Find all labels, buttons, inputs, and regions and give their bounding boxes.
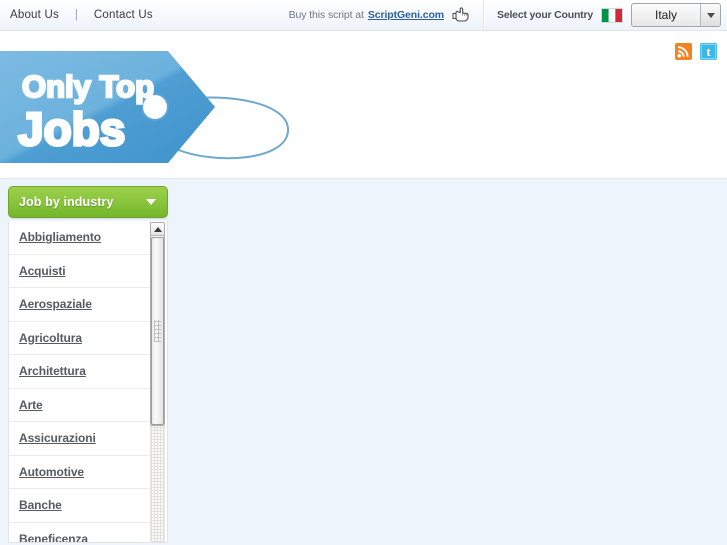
country-select-value: Italy <box>654 8 677 22</box>
country-selector-block: Select your Country Italy <box>485 0 727 30</box>
industry-list-scrollbar[interactable] <box>150 222 165 542</box>
pointing-hand-icon <box>451 6 471 24</box>
content-area: Job by industry Abbigliamento Acquisti A… <box>0 178 727 545</box>
scriptgeni-link[interactable]: ScriptGeni.com <box>368 9 444 21</box>
social-links: t <box>675 43 717 60</box>
sidebar-item-assicurazioni[interactable]: Assicurazioni <box>19 431 96 445</box>
job-by-industry-header[interactable]: Job by industry <box>8 186 168 218</box>
sidebar-item-arte[interactable]: Arte <box>19 398 43 412</box>
sidebar-item-architettura[interactable]: Architettura <box>19 364 86 378</box>
sidebar-item-automotive[interactable]: Automotive <box>19 465 84 479</box>
scrollbar-track-lower[interactable] <box>150 426 165 542</box>
industry-sidebar: Job by industry Abbigliamento Acquisti A… <box>8 186 168 543</box>
list-item[interactable]: Arte <box>9 389 152 422</box>
list-item[interactable]: Architettura <box>9 355 152 389</box>
list-item[interactable]: Beneficenza <box>9 523 152 542</box>
chevron-down-icon[interactable] <box>700 4 720 26</box>
list-item[interactable]: Abbigliamento <box>9 221 152 255</box>
buy-script-text: Buy this script at <box>288 9 364 21</box>
top-bar: About Us | Contact Us Buy this script at… <box>0 0 727 31</box>
list-item[interactable]: Acquisti <box>9 255 152 288</box>
twitter-icon[interactable]: t <box>700 43 717 60</box>
list-item[interactable]: Automotive <box>9 456 152 489</box>
list-item[interactable]: Assicurazioni <box>9 422 152 456</box>
list-item[interactable]: Banche <box>9 489 152 523</box>
sidebar-item-abbigliamento[interactable]: Abbigliamento <box>19 230 101 244</box>
sidebar-item-beneficenza[interactable]: Beneficenza <box>19 532 88 542</box>
list-item[interactable]: Aerospaziale <box>9 288 152 322</box>
chevron-down-icon <box>146 199 156 205</box>
top-bar-separator: | <box>74 9 78 21</box>
country-select[interactable]: Italy <box>631 3 721 27</box>
industry-list-container: Abbigliamento Acquisti Aerospaziale Agri… <box>8 221 168 543</box>
buy-script-block: Buy this script at ScriptGeni.com <box>289 0 483 30</box>
scroll-up-arrow-icon[interactable] <box>151 223 164 236</box>
scrollbar-grip-icon <box>154 320 161 342</box>
job-by-industry-label: Job by industry <box>19 195 114 209</box>
sidebar-item-banche[interactable]: Banche <box>19 498 62 512</box>
rss-icon[interactable] <box>675 43 692 60</box>
scrollbar-thumb[interactable] <box>151 237 164 425</box>
svg-text:Jobs: Jobs <box>18 103 125 155</box>
sidebar-item-acquisti[interactable]: Acquisti <box>19 264 66 278</box>
sidebar-item-aerospaziale[interactable]: Aerospaziale <box>19 297 92 311</box>
svg-text:t: t <box>706 44 711 59</box>
about-us-link[interactable]: About Us <box>8 9 61 21</box>
top-bar-right: Buy this script at ScriptGeni.com Select… <box>289 0 727 30</box>
contact-us-link[interactable]: Contact Us <box>92 9 155 21</box>
svg-text:Only Top: Only Top <box>22 69 154 104</box>
list-item[interactable]: Agricoltura <box>9 322 152 355</box>
only-top-jobs-logo[interactable]: Only Top Jobs <box>0 33 300 173</box>
sidebar-item-agricoltura[interactable]: Agricoltura <box>19 331 82 345</box>
top-bar-nav: About Us | Contact Us <box>8 0 155 30</box>
main-content-panel <box>177 179 727 545</box>
country-label: Select your Country <box>497 9 593 21</box>
italy-flag-icon <box>601 7 623 23</box>
site-header: Only Top Jobs t <box>0 31 727 178</box>
industry-list: Abbigliamento Acquisti Aerospaziale Agri… <box>9 221 152 542</box>
